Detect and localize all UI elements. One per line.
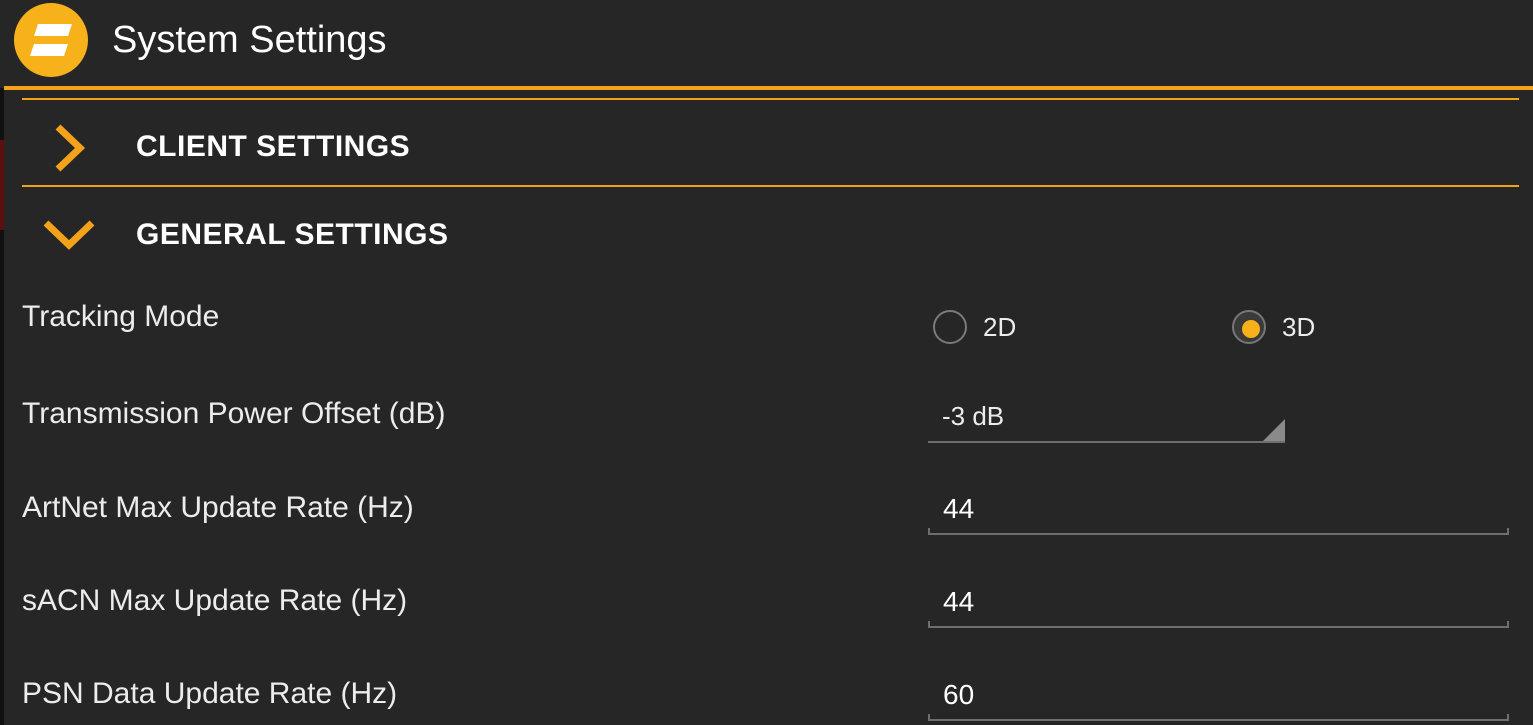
input-value: 44 — [943, 586, 975, 617]
input-tick — [1507, 621, 1509, 628]
section-divider — [22, 98, 1519, 100]
tracking-mode-3d-radio[interactable]: 3D — [1232, 310, 1332, 344]
sacn-rate-label: sACN Max Update Rate (Hz) — [22, 584, 408, 617]
dropdown-value: -3 dB — [942, 401, 1005, 431]
section-label: CLIENT SETTINGS — [136, 130, 411, 163]
title-divider — [4, 86, 1533, 90]
input-tick — [928, 621, 930, 628]
section-client-settings[interactable]: CLIENT SETTINGS — [22, 107, 1519, 187]
radio-label: 3D — [1282, 312, 1316, 342]
input-underline — [928, 533, 1509, 535]
title-bar: System Settings — [0, 0, 1533, 88]
tracking-mode-2d-radio[interactable]: 2D — [933, 310, 1033, 344]
sacn-rate-input[interactable]: 44 — [928, 580, 1509, 628]
input-tick — [928, 528, 930, 535]
tx-power-dropdown[interactable]: -3 dB — [928, 396, 1285, 443]
radio-label: 2D — [983, 312, 1017, 342]
section-general-settings[interactable]: GENERAL SETTINGS — [22, 195, 1519, 275]
section-label: GENERAL SETTINGS — [136, 218, 449, 251]
settings-window: System Settings CLIENT SETTINGS GENERAL … — [0, 0, 1533, 725]
input-tick — [1507, 528, 1509, 535]
dropdown-underline — [928, 441, 1285, 443]
input-underline — [928, 626, 1509, 628]
edge-marker — [0, 140, 4, 230]
chevron-right-icon — [55, 124, 86, 172]
section-divider — [22, 185, 1519, 187]
input-tick — [1507, 714, 1509, 721]
radio-dot — [1242, 320, 1260, 338]
psn-rate-input[interactable]: 60 — [928, 673, 1509, 721]
artnet-rate-input[interactable]: 44 — [928, 487, 1509, 535]
tracking-mode-label: Tracking Mode — [22, 300, 220, 333]
radio-circle-checked — [1232, 310, 1266, 344]
radio-circle — [933, 310, 967, 344]
dropdown-triangle-icon — [1263, 419, 1285, 441]
left-edge — [0, 0, 4, 725]
tx-power-label: Transmission Power Offset (dB) — [22, 397, 446, 430]
page-title: System Settings — [112, 19, 387, 61]
input-value: 60 — [943, 679, 975, 710]
psn-rate-label: PSN Data Update Rate (Hz) — [22, 677, 398, 710]
app-logo-icon — [14, 3, 88, 77]
input-value: 44 — [943, 493, 975, 524]
chevron-down-icon — [43, 220, 95, 250]
input-tick — [928, 714, 930, 721]
artnet-rate-label: ArtNet Max Update Rate (Hz) — [22, 491, 414, 524]
input-underline — [928, 719, 1509, 721]
